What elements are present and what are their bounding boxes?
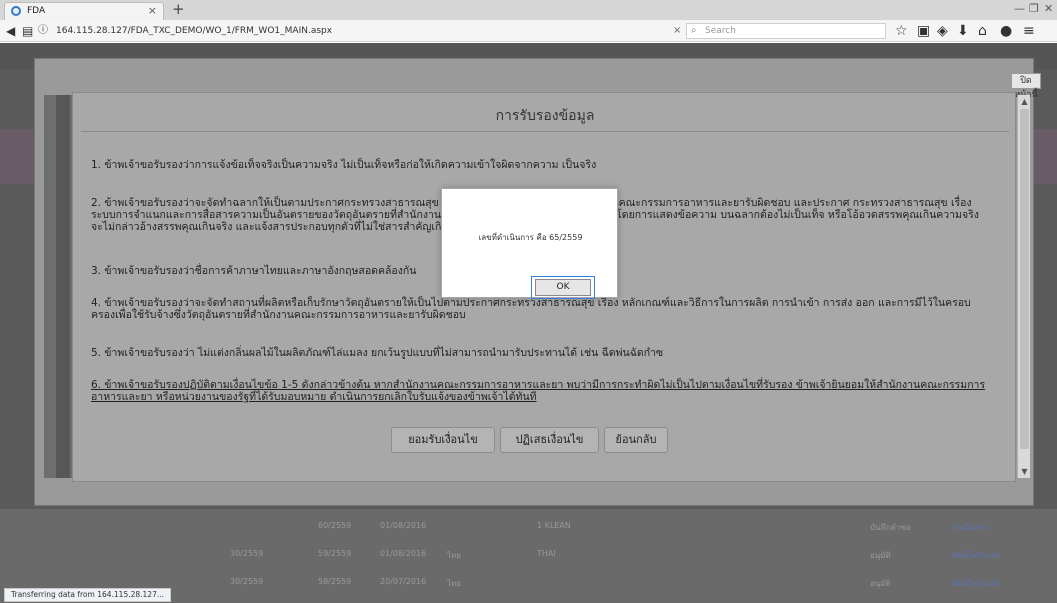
site-identity-icon[interactable]: ▤ xyxy=(22,23,33,39)
status-bar: Transferring data from 164.115.28.127... xyxy=(4,588,171,602)
alert-message: เลขที่ดำเนินการ คือ 65/2559 xyxy=(478,233,583,242)
info-icon[interactable]: ⓘ xyxy=(38,23,48,39)
row-action-link[interactable]: พิมพ์ใบรับแจ้ง xyxy=(952,549,1000,562)
pocket-icon[interactable]: ◈ xyxy=(937,22,948,40)
tab-title: FDA xyxy=(27,6,46,16)
condition-item-6: 6. ข้าพเจ้าขอรับรองปฏิบัติตามเงื่อนไขข้อ… xyxy=(91,379,986,403)
restore-icon[interactable]: ❐ xyxy=(1029,2,1039,15)
condition-item-4: 4. ข้าพเจ้าขอรับรองว่าจะจัดทำสถานที่ผลิต… xyxy=(91,297,971,321)
close-page-button[interactable]: ปิดหน้านี้ xyxy=(1011,73,1041,100)
modal-side-panel-inner xyxy=(56,95,70,478)
scroll-up-arrow-icon[interactable]: ▲ xyxy=(1018,97,1031,106)
minimize-icon[interactable]: — xyxy=(1014,2,1025,15)
row-action-link[interactable]: ดำเนินการ xyxy=(952,521,989,534)
page-left-strip xyxy=(0,163,34,253)
firefox-favicon-icon xyxy=(11,6,21,16)
search-placeholder: Search xyxy=(705,26,736,36)
dialog-scrollbar[interactable]: ▲ ▼ xyxy=(1017,95,1030,478)
condition-item-1: 1. ข้าพเจ้าขอรับรองว่าการแจ้งข้อเท็จจริง… xyxy=(91,159,597,171)
scroll-down-arrow-icon[interactable]: ▼ xyxy=(1018,467,1031,476)
table-row: 30/2559 59/2559 01/08/2016 ไทย THAI อนุม… xyxy=(230,549,1000,562)
search-input[interactable]: ⌕ Search xyxy=(686,23,886,39)
scroll-thumb[interactable] xyxy=(1020,109,1029,449)
browser-nav-bar: ◀ ▤ ⓘ 164.115.28.127/FDA_TXC_DEMO/WO_1/F… xyxy=(0,20,1057,42)
row-action-link[interactable]: พิมพ์ใบรับแจ้ง xyxy=(952,577,1000,590)
url-clear-icon[interactable]: × xyxy=(673,23,681,39)
alert-ok-button[interactable]: OK xyxy=(535,279,591,296)
alert-dialog: เลขที่ดำเนินการ คือ 65/2559 OK xyxy=(441,188,618,299)
download-icon[interactable]: ⬇ xyxy=(957,22,969,40)
sync-icon[interactable]: ● xyxy=(1000,22,1012,40)
clipboard-icon[interactable]: ▣ xyxy=(917,22,930,40)
bookmark-star-icon[interactable]: ☆ xyxy=(895,22,908,40)
home-icon[interactable]: ⌂ xyxy=(978,22,987,40)
accept-conditions-button[interactable]: ยอมรับเงื่อนไข xyxy=(391,427,495,453)
dialog-button-row: ยอมรับเงื่อนไข ปฏิเสธเงื่อนไข ย้อนกลับ xyxy=(73,427,1017,453)
table-row: 60/2559 01/08/2016 1 KLEAN บันทึกคำขอ ดำ… xyxy=(318,521,989,534)
browser-tab[interactable]: FDA × xyxy=(4,2,164,20)
new-tab-button[interactable]: + xyxy=(172,0,185,18)
divider xyxy=(81,131,1009,132)
search-icon: ⌕ xyxy=(691,25,697,36)
back-arrow-icon[interactable]: ◀ xyxy=(6,23,15,39)
tab-close-button[interactable]: × xyxy=(148,3,157,19)
dialog-title: การรับรองข้อมูล xyxy=(495,108,595,124)
condition-item-5: 5. ข้าพเจ้าขอรับรองว่า ไม่แต่งกลิ่นผลไม้… xyxy=(91,347,664,359)
browser-tab-bar: FDA × + — ❐ ✕ xyxy=(0,0,1057,20)
menu-icon[interactable]: ≡ xyxy=(1023,22,1035,40)
url-bar[interactable]: 164.115.28.127/FDA_TXC_DEMO/WO_1/FRM_WO1… xyxy=(56,23,696,39)
back-button[interactable]: ย้อนกลับ xyxy=(604,427,668,453)
close-window-icon[interactable]: ✕ xyxy=(1044,2,1053,15)
reject-conditions-button[interactable]: ปฏิเสธเงื่อนไข xyxy=(500,427,599,453)
